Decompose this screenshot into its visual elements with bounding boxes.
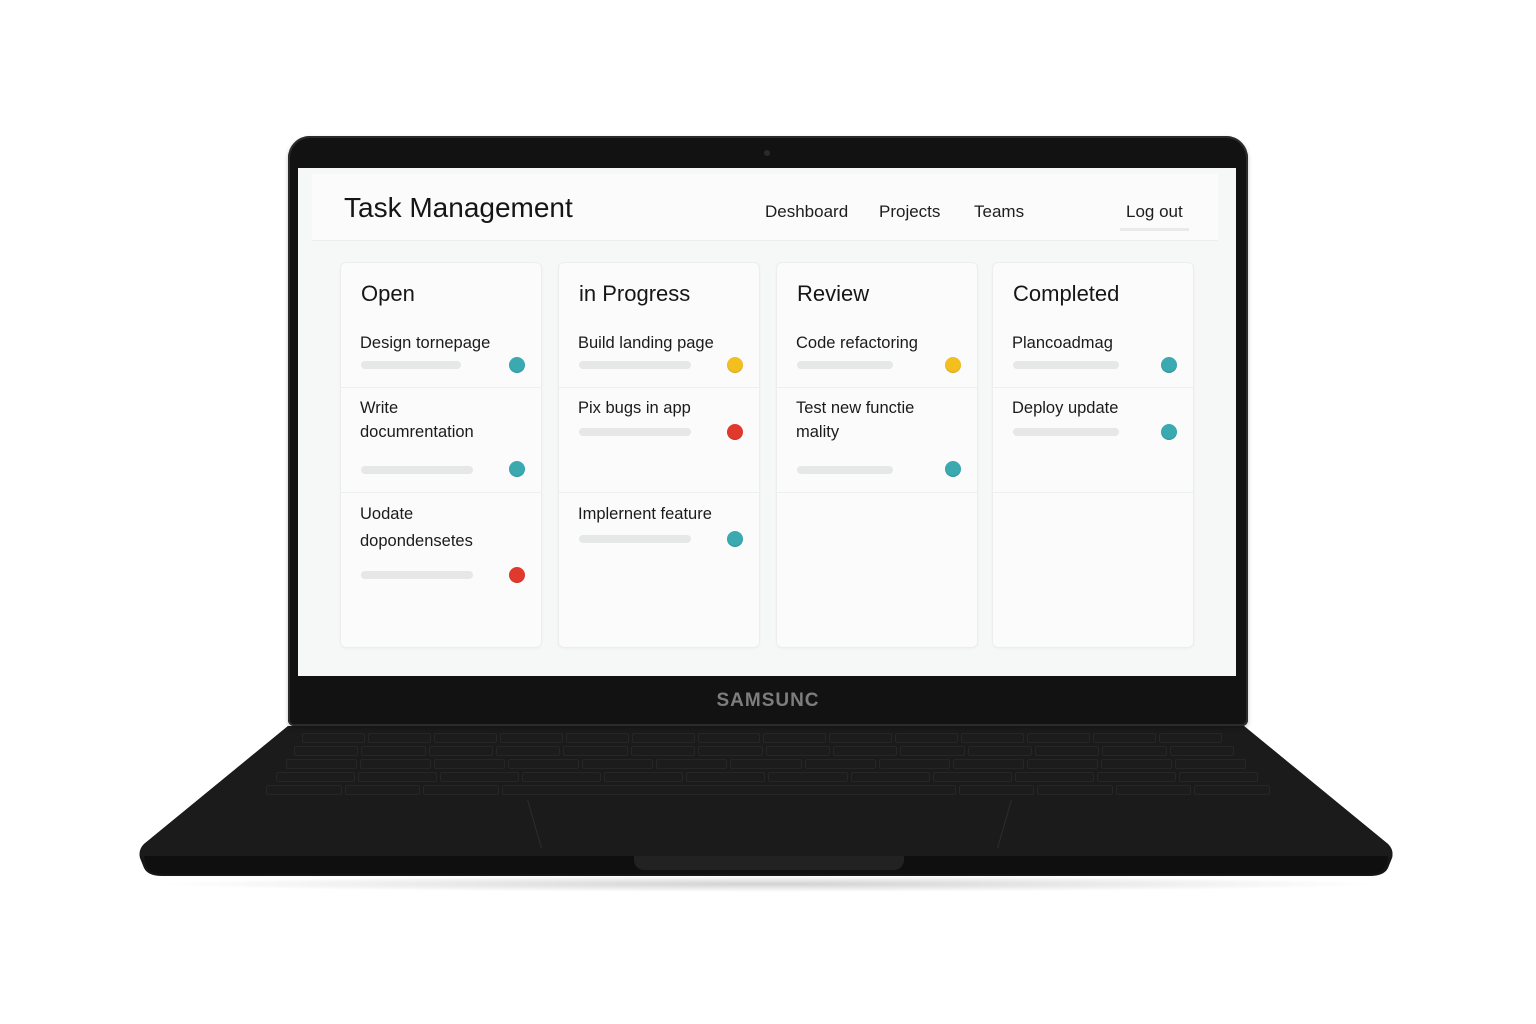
keyboard-row	[276, 772, 1258, 782]
task-title: Deploy update	[1012, 399, 1119, 417]
status-dot	[1161, 357, 1177, 373]
task-title: Build landing page	[578, 334, 714, 352]
nav-teams[interactable]: Teams	[974, 202, 1024, 222]
column-title: Review	[797, 281, 870, 306]
task-progress-bar	[1013, 361, 1119, 369]
task-card[interactable]: Plancoadmag	[993, 323, 1193, 388]
column-title: in Progress	[579, 281, 691, 306]
status-dot	[1161, 424, 1177, 440]
keyboard-row	[294, 746, 1235, 756]
task-progress-bar	[361, 466, 473, 474]
top-navigation: Task Management Deshboard Projects Teams…	[312, 174, 1218, 241]
nav-projects[interactable]: Projects	[879, 202, 940, 222]
task-card[interactable]: Implernent feature	[559, 493, 759, 603]
task-title: Test new functie mality	[796, 399, 915, 441]
task-title: Design tornepage	[360, 334, 491, 352]
task-progress-bar	[579, 361, 691, 369]
task-progress-bar	[579, 428, 691, 436]
task-card[interactable]: Write documrentation	[341, 388, 541, 493]
keyboard-row	[286, 759, 1247, 769]
nav-dashboard[interactable]: Deshboard	[765, 202, 848, 222]
keyboard-row	[302, 733, 1222, 743]
task-card[interactable]: Build landing page	[559, 323, 759, 388]
status-dot	[727, 531, 743, 547]
task-title: Code refactoring	[796, 334, 918, 352]
webcam-icon	[764, 150, 770, 156]
task-progress-bar	[797, 361, 893, 369]
task-progress-bar	[361, 361, 461, 369]
keyboard	[262, 731, 1274, 797]
task-progress-bar	[361, 571, 473, 579]
keyboard-row	[266, 785, 1270, 795]
screen: Task Management Deshboard Projects Teams…	[298, 168, 1236, 676]
status-dot	[945, 357, 961, 373]
status-dot	[945, 461, 961, 477]
column-title: Open	[361, 281, 415, 306]
task-progress-bar	[797, 466, 893, 474]
status-dot	[509, 357, 525, 373]
column-in-progress: in Progress Build landing page Pix bugs …	[558, 262, 760, 648]
status-dot	[727, 424, 743, 440]
logout-button[interactable]: Log out	[1120, 202, 1189, 231]
task-card[interactable]: Design tornepage	[341, 323, 541, 388]
column-completed: Completed Plancoadmag Deploy update	[992, 262, 1194, 648]
task-title: Uodate dopondensetes	[360, 505, 473, 550]
column-review: Review Code refactoring Test new functie…	[776, 262, 978, 648]
task-progress-bar	[579, 535, 691, 543]
task-card[interactable]: Uodate dopondensetes	[341, 493, 541, 603]
column-open: Open Design tornepage Write documrentati…	[340, 262, 542, 648]
task-card[interactable]: Test new functie mality	[777, 388, 977, 493]
status-dot	[509, 461, 525, 477]
task-title: Plancoadmag	[1012, 334, 1113, 352]
status-dot	[727, 357, 743, 373]
app-title: Task Management	[344, 192, 573, 223]
task-title: Implernent feature	[578, 505, 712, 523]
task-title: Write documrentation	[360, 399, 474, 441]
task-progress-bar	[1013, 428, 1119, 436]
task-card[interactable]: Code refactoring	[777, 323, 977, 388]
column-title: Completed	[1013, 281, 1120, 306]
task-title: Pix bugs in app	[578, 399, 691, 417]
task-card[interactable]: Deploy update	[993, 388, 1193, 493]
lid-opening-notch	[634, 856, 904, 870]
laptop-shadow	[150, 876, 1386, 892]
laptop-scene: SAMSUNC Task Management Deshboard Projec…	[0, 0, 1536, 1024]
brand-logo: SAMSUNC	[716, 690, 820, 711]
status-dot	[509, 567, 525, 583]
task-card[interactable]: Pix bugs in app	[559, 388, 759, 493]
